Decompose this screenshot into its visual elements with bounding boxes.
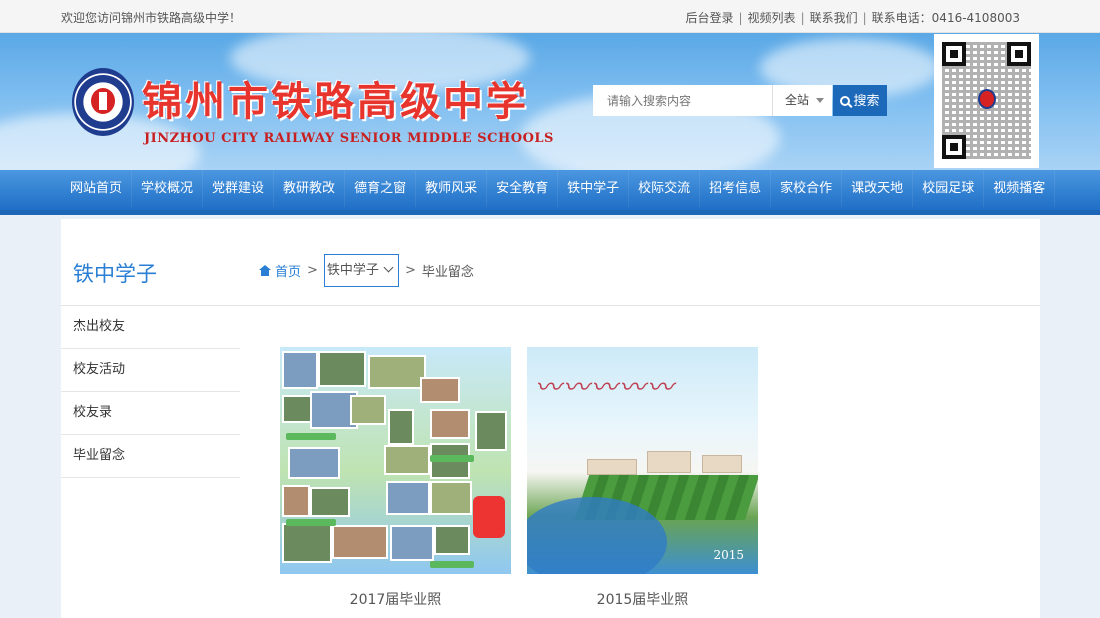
search-bar: 全站 搜索 [593, 85, 887, 116]
nav-item-home-school[interactable]: 家校合作 [771, 170, 843, 207]
nav-item-exchange[interactable]: 校际交流 [629, 170, 701, 207]
sidebar-item-alumni[interactable]: 杰出校友 [61, 306, 240, 349]
nav-item-reform[interactable]: 课改天地 [842, 170, 914, 207]
search-scope-select[interactable]: 全站 [772, 85, 832, 116]
sidebar-item-alumni-list[interactable]: 校友录 [61, 392, 240, 435]
breadcrumb-home[interactable]: 首页 [275, 261, 301, 280]
chevron-down-icon [383, 262, 394, 273]
search-icon [840, 96, 851, 106]
top-utility-bar: 欢迎您访问锦州市铁路高级中学！ 后台登录 | 视频列表 | 联系我们 | 联系电话：0416… [0, 0, 1100, 33]
top-links: 后台登录 | 视频列表 | 联系我们 | 联系电话：0416-4108003 [685, 11, 1020, 25]
breadcrumb-separator: > [404, 263, 416, 278]
admin-login-link[interactable]: 后台登录 [685, 11, 733, 25]
video-list-link[interactable]: 视频列表 [748, 11, 796, 25]
search-input[interactable] [593, 85, 772, 116]
caret-down-icon [816, 98, 824, 103]
sidebar-title: 铁中学子 [73, 262, 157, 286]
nav-item-students[interactable]: 铁中学子 [558, 170, 630, 207]
graduation-photo-2015[interactable]: 〰〰〰〰〰 2015 [527, 347, 758, 574]
nav-item-moral[interactable]: 德育之窗 [345, 170, 417, 207]
sidebar-item-alumni-activities[interactable]: 校友活动 [61, 349, 240, 392]
nav-item-teachers[interactable]: 教师风采 [416, 170, 488, 207]
nav-item-safety[interactable]: 安全教育 [487, 170, 559, 207]
search-scope-label: 全站 [785, 93, 810, 107]
qr-code [934, 34, 1039, 168]
nav-item-admission[interactable]: 招考信息 [700, 170, 772, 207]
gallery-caption[interactable]: 2017届毕业照 [280, 589, 511, 609]
contact-us-link[interactable]: 联系我们 [810, 11, 858, 25]
nav-item-party[interactable]: 党群建设 [203, 170, 275, 207]
nav-item-about[interactable]: 学校概况 [132, 170, 204, 207]
school-logo[interactable] [72, 68, 134, 136]
breadcrumb: 首页 > 铁中学子 > 毕业留念 [259, 254, 474, 287]
contact-phone: 联系电话：0416-4108003 [871, 11, 1020, 25]
gallery-card[interactable]: 〰〰〰〰〰 2015 2015届毕业照 [527, 347, 758, 609]
nav-item-video[interactable]: 视频播客 [984, 170, 1056, 207]
sidebar-item-graduation[interactable]: 毕业留念 [61, 435, 240, 478]
nav-item-research[interactable]: 教研教改 [274, 170, 346, 207]
school-name: 锦州市铁路高级中学 [142, 78, 529, 125]
gallery-card[interactable]: 2017届毕业照 [280, 347, 511, 609]
nav-item-football[interactable]: 校园足球 [913, 170, 985, 207]
breadcrumb-current: 毕业留念 [421, 265, 474, 280]
graduation-photo-2017[interactable] [280, 347, 511, 574]
breadcrumb-separator: > [307, 263, 318, 278]
welcome-text: 欢迎您访问锦州市铁路高级中学！ [61, 11, 242, 25]
main-nav: 网站首页 学校概况 党群建设 教研教改 德育之窗 教师风采 安全教育 铁中学子 … [0, 170, 1100, 210]
main-content: 铁中学子 首页 > 铁中学子 > 毕业留念 杰出校友 校友活动 校友录 毕业留念 [61, 219, 1040, 618]
home-icon [259, 265, 271, 276]
gallery-caption[interactable]: 2015届毕业照 [527, 589, 758, 609]
search-button[interactable]: 搜索 [833, 85, 887, 116]
breadcrumb-section-label: 铁中学子 [326, 263, 379, 278]
school-name-english: JINZHOU CITY RAILWAY SENIOR MIDDLE SCHOO… [144, 131, 554, 146]
breadcrumb-section-select[interactable]: 铁中学子 [323, 254, 399, 287]
nav-item-home[interactable]: 网站首页 [61, 170, 133, 207]
search-button-label: 搜索 [853, 93, 880, 108]
sidebar-menu: 杰出校友 校友活动 校友录 毕业留念 [61, 306, 240, 478]
